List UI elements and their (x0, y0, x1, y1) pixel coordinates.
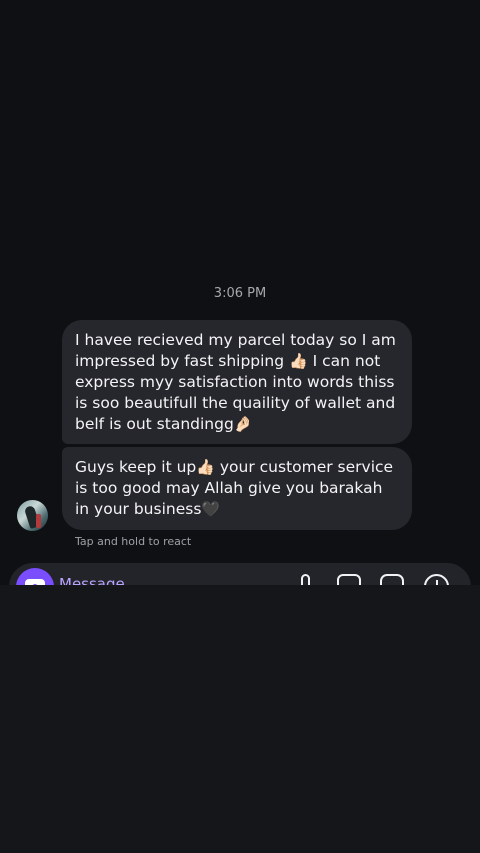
chat-area: 3:06 PM I havee recieved my parcel today… (0, 0, 480, 585)
avatar-accent (36, 514, 41, 528)
sticker-icon[interactable] (380, 574, 404, 585)
react-hint: Tap and hold to react (75, 535, 192, 548)
lower-blank-area (0, 585, 480, 853)
message-timestamp: 3:06 PM (213, 286, 267, 301)
camera-button[interactable] (16, 568, 54, 585)
message-bubble[interactable]: Guys keep it up👍🏻 your customer service … (62, 447, 412, 530)
message-bubble[interactable]: I havee recieved my parcel today so I am… (62, 320, 412, 444)
pinched-fingers-emoji: 🤌🏻 (233, 415, 253, 433)
thumbs-up-emoji: 👍🏻 (289, 352, 308, 370)
gallery-icon[interactable] (337, 574, 361, 585)
mic-icon[interactable] (301, 574, 310, 585)
message-text: Guys keep it up (75, 458, 197, 476)
message-composer: Message (9, 563, 471, 585)
plus-icon[interactable] (424, 574, 449, 585)
avatar[interactable] (17, 500, 48, 531)
message-input[interactable]: Message (59, 575, 125, 585)
thumbs-up-emoji: 👍🏻 (196, 458, 215, 476)
black-heart-emoji: 🖤 (201, 500, 221, 518)
